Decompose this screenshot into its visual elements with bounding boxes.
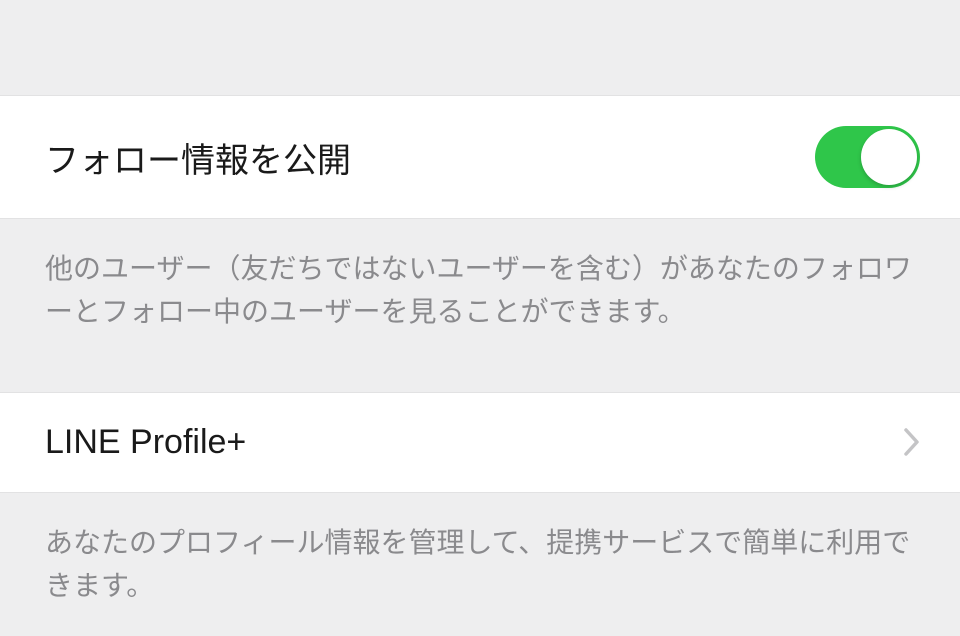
spacer-top bbox=[0, 0, 960, 95]
spacer-mid bbox=[0, 362, 960, 392]
follow-info-public-toggle[interactable] bbox=[815, 126, 920, 188]
line-profile-plus-row[interactable]: LINE Profile+ bbox=[0, 392, 960, 493]
line-profile-plus-description-container: あなたのプロフィール情報を管理して、提携サービスで簡単に利用できます。 bbox=[0, 493, 960, 636]
follow-info-public-description-container: 他のユーザー（友だちではないユーザーを含む）があなたのフォロワーとフォロー中のユ… bbox=[0, 219, 960, 362]
follow-info-public-description: 他のユーザー（友だちではないユーザーを含む）があなたのフォロワーとフォロー中のユ… bbox=[45, 247, 915, 334]
line-profile-plus-label: LINE Profile+ bbox=[45, 423, 246, 462]
chevron-right-icon bbox=[904, 428, 920, 456]
follow-info-public-label: フォロー情報を公開 bbox=[45, 133, 351, 182]
follow-info-public-row: フォロー情報を公開 bbox=[0, 95, 960, 219]
toggle-knob bbox=[861, 129, 917, 185]
line-profile-plus-description: あなたのプロフィール情報を管理して、提携サービスで簡単に利用できます。 bbox=[45, 521, 915, 608]
